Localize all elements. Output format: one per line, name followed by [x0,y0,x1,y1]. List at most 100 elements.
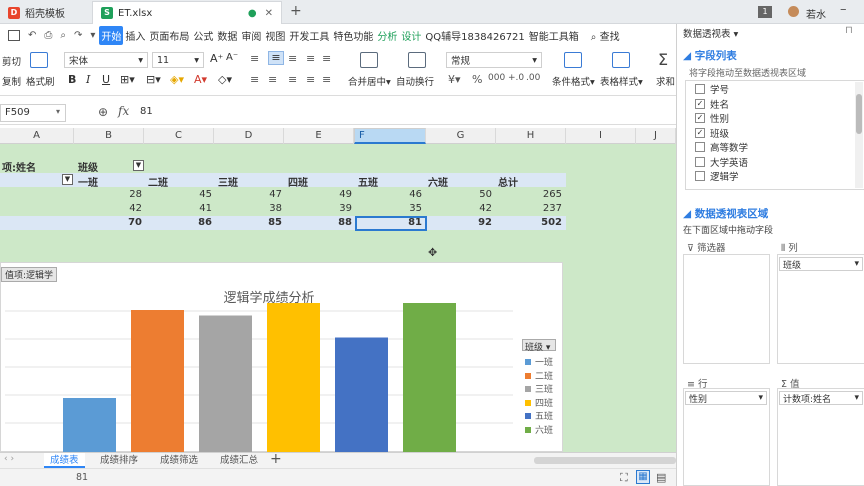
close-tab-icon[interactable]: ✕ [265,8,273,19]
tab-daoke[interactable]: D 稻壳模板 [0,1,92,24]
column-header-e[interactable]: E [284,128,354,144]
spreadsheet-grid[interactable]: ABCDEFGHIJ 项:姓名 班级 ▼ ▼ ✥ 值项:逻辑学 逻辑学成绩分析 … [0,128,676,452]
thousands-icon[interactable]: 000 [488,73,505,83]
window-min-icon[interactable]: – [840,2,847,17]
normal-view-icon[interactable]: ▦ [636,470,650,484]
column-header-g[interactable]: G [426,128,496,144]
font-select[interactable]: 宋体 ▾ [64,52,148,68]
sum-button[interactable]: 求和 [656,74,675,88]
bar-3[interactable] [199,315,252,453]
pivot-cell[interactable]: 42 [84,203,142,214]
new-tab-icon[interactable]: + [290,3,302,19]
print-icon[interactable]: ⎙ [44,30,52,41]
currency-icon[interactable]: ¥▾ [448,73,461,86]
horizontal-scrollbar[interactable] [534,457,676,464]
checkbox-icon[interactable] [695,171,705,181]
pivot-cell[interactable]: 237 [504,203,562,214]
column-header-h[interactable]: H [496,128,566,144]
menu-insert[interactable]: 插入 [123,26,147,45]
merge-center-button[interactable]: 合并居中▾ [348,74,391,88]
menu-qq[interactable]: QQ辅导1838426721 [423,26,526,45]
save-icon[interactable] [8,29,20,41]
zoom-icon[interactable]: ⊕ [98,105,108,119]
field-item[interactable]: 学号 [695,82,729,96]
checkbox-checked-icon[interactable]: ✓ [695,127,705,138]
pivot-cell[interactable]: 85 [224,217,282,228]
pivot-cell[interactable]: 28 [84,189,142,200]
sheet-tab-summary[interactable]: 成绩汇总 [214,453,264,468]
checkbox-checked-icon[interactable]: ✓ [695,113,705,123]
pivot-cell[interactable]: 38 [224,203,282,214]
align-middle-icon[interactable]: ≡ [268,51,284,65]
menu-developer[interactable]: 开发工具 [287,26,331,45]
column-header-a[interactable]: A [0,128,74,144]
menu-home[interactable]: 开始 [99,25,124,45]
chevron-down-icon[interactable]: ▾ [56,107,60,116]
pivot-cell[interactable]: 502 [504,217,562,228]
pivot-cell[interactable]: 92 [434,217,492,228]
pivot-cell[interactable]: 81 [364,217,422,228]
menu-data[interactable]: 数据 [215,26,239,45]
undo-icon[interactable]: ↶ [28,30,36,41]
tab-et-xlsx[interactable]: S ET.xlsx ● ✕ [92,1,282,24]
align-top-icon[interactable]: ≡ [250,52,259,65]
field-item[interactable]: ✓ 姓名 [695,97,729,111]
wrap-text-button[interactable]: 自动换行 [396,74,434,88]
legend-field-button[interactable]: 班级 ▾ [522,339,556,353]
sheet-nav-icon[interactable]: ‹ › [4,454,14,464]
indent-icon[interactable]: ≡ [322,52,331,65]
pivot-cell[interactable]: 70 [84,217,142,228]
fullscreen-icon[interactable]: ⛶ [620,471,628,485]
menu-page-layout[interactable]: 页面布局 [147,26,191,45]
align-bottom-icon[interactable]: ≡ [288,52,297,65]
field-item[interactable]: ✓ 性别 [695,111,729,125]
font-color-icon[interactable]: A▾ [194,73,207,86]
clear-icon[interactable]: ◇▾ [218,73,232,86]
pivot-cell[interactable]: 47 [224,189,282,200]
checkbox-icon[interactable] [695,156,705,167]
align-left-icon[interactable]: ≡ [250,73,259,86]
pivot-cell[interactable]: 86 [154,217,212,228]
table-style-button[interactable]: 表格样式▾ [600,74,643,88]
checkbox-icon[interactable] [695,84,705,94]
format-painter-button[interactable]: 格式刷 [26,74,55,88]
field-item[interactable]: 逻辑学 [695,169,739,183]
dropdown-icon[interactable]: ▾ [90,30,95,41]
fx-icon[interactable]: fx [118,104,129,118]
merge-small-icon[interactable]: ⊟▾ [146,73,161,86]
menu-smart-tools[interactable]: 智能工具箱 [527,26,581,45]
pin-icon[interactable]: ⊓ [845,25,853,36]
field-item[interactable]: 大学英语 [695,155,748,169]
menu-view[interactable]: 视图 [263,26,287,45]
distribute-icon[interactable]: ≡ [322,73,331,86]
menu-review[interactable]: 审阅 [239,26,263,45]
sheet-tab-filter[interactable]: 成绩筛选 [154,453,204,468]
page-view-icon[interactable]: ▤ [656,471,666,484]
column-header-c[interactable]: C [144,128,214,144]
pivot-cell[interactable]: 39 [294,203,352,214]
column-header-j[interactable]: J [636,128,676,144]
bar-6[interactable] [403,303,456,452]
bar-1[interactable] [63,398,116,452]
checkbox-checked-icon[interactable]: ✓ [695,98,705,109]
border-icon[interactable]: ⊞▾ [120,73,135,86]
filter-dropdown-icon[interactable]: ▼ [62,174,73,185]
search-button[interactable]: ⌕ 查找 [589,26,622,45]
bar-chart[interactable]: 值项:逻辑学 逻辑学成绩分析 班级 ▾ 一班 二班 三班 四班 五班 六班 [0,262,563,452]
bar-2[interactable] [131,310,184,452]
column-header-f[interactable]: F [354,128,426,144]
pivot-cell[interactable]: 88 [294,217,352,228]
value-field-chip[interactable]: 计数项:姓名 ▾ [779,391,863,405]
pivot-cell[interactable]: 265 [504,189,562,200]
grow-font-icon[interactable]: A⁺ [210,52,223,65]
column-field-chip[interactable]: 班级 ▾ [779,257,863,271]
pivot-cell[interactable]: 46 [364,189,422,200]
pivot-cell[interactable]: 50 [434,189,492,200]
filter-dropdown-icon[interactable]: ▼ [133,160,144,171]
add-sheet-icon[interactable]: + [270,451,282,467]
row-field-chip[interactable]: 性别 ▾ [685,391,767,405]
align-center-icon[interactable]: ≡ [268,73,277,86]
checkbox-icon[interactable] [695,142,705,152]
bold-icon[interactable]: B [68,73,76,86]
user-name[interactable]: 若水 [806,6,826,21]
